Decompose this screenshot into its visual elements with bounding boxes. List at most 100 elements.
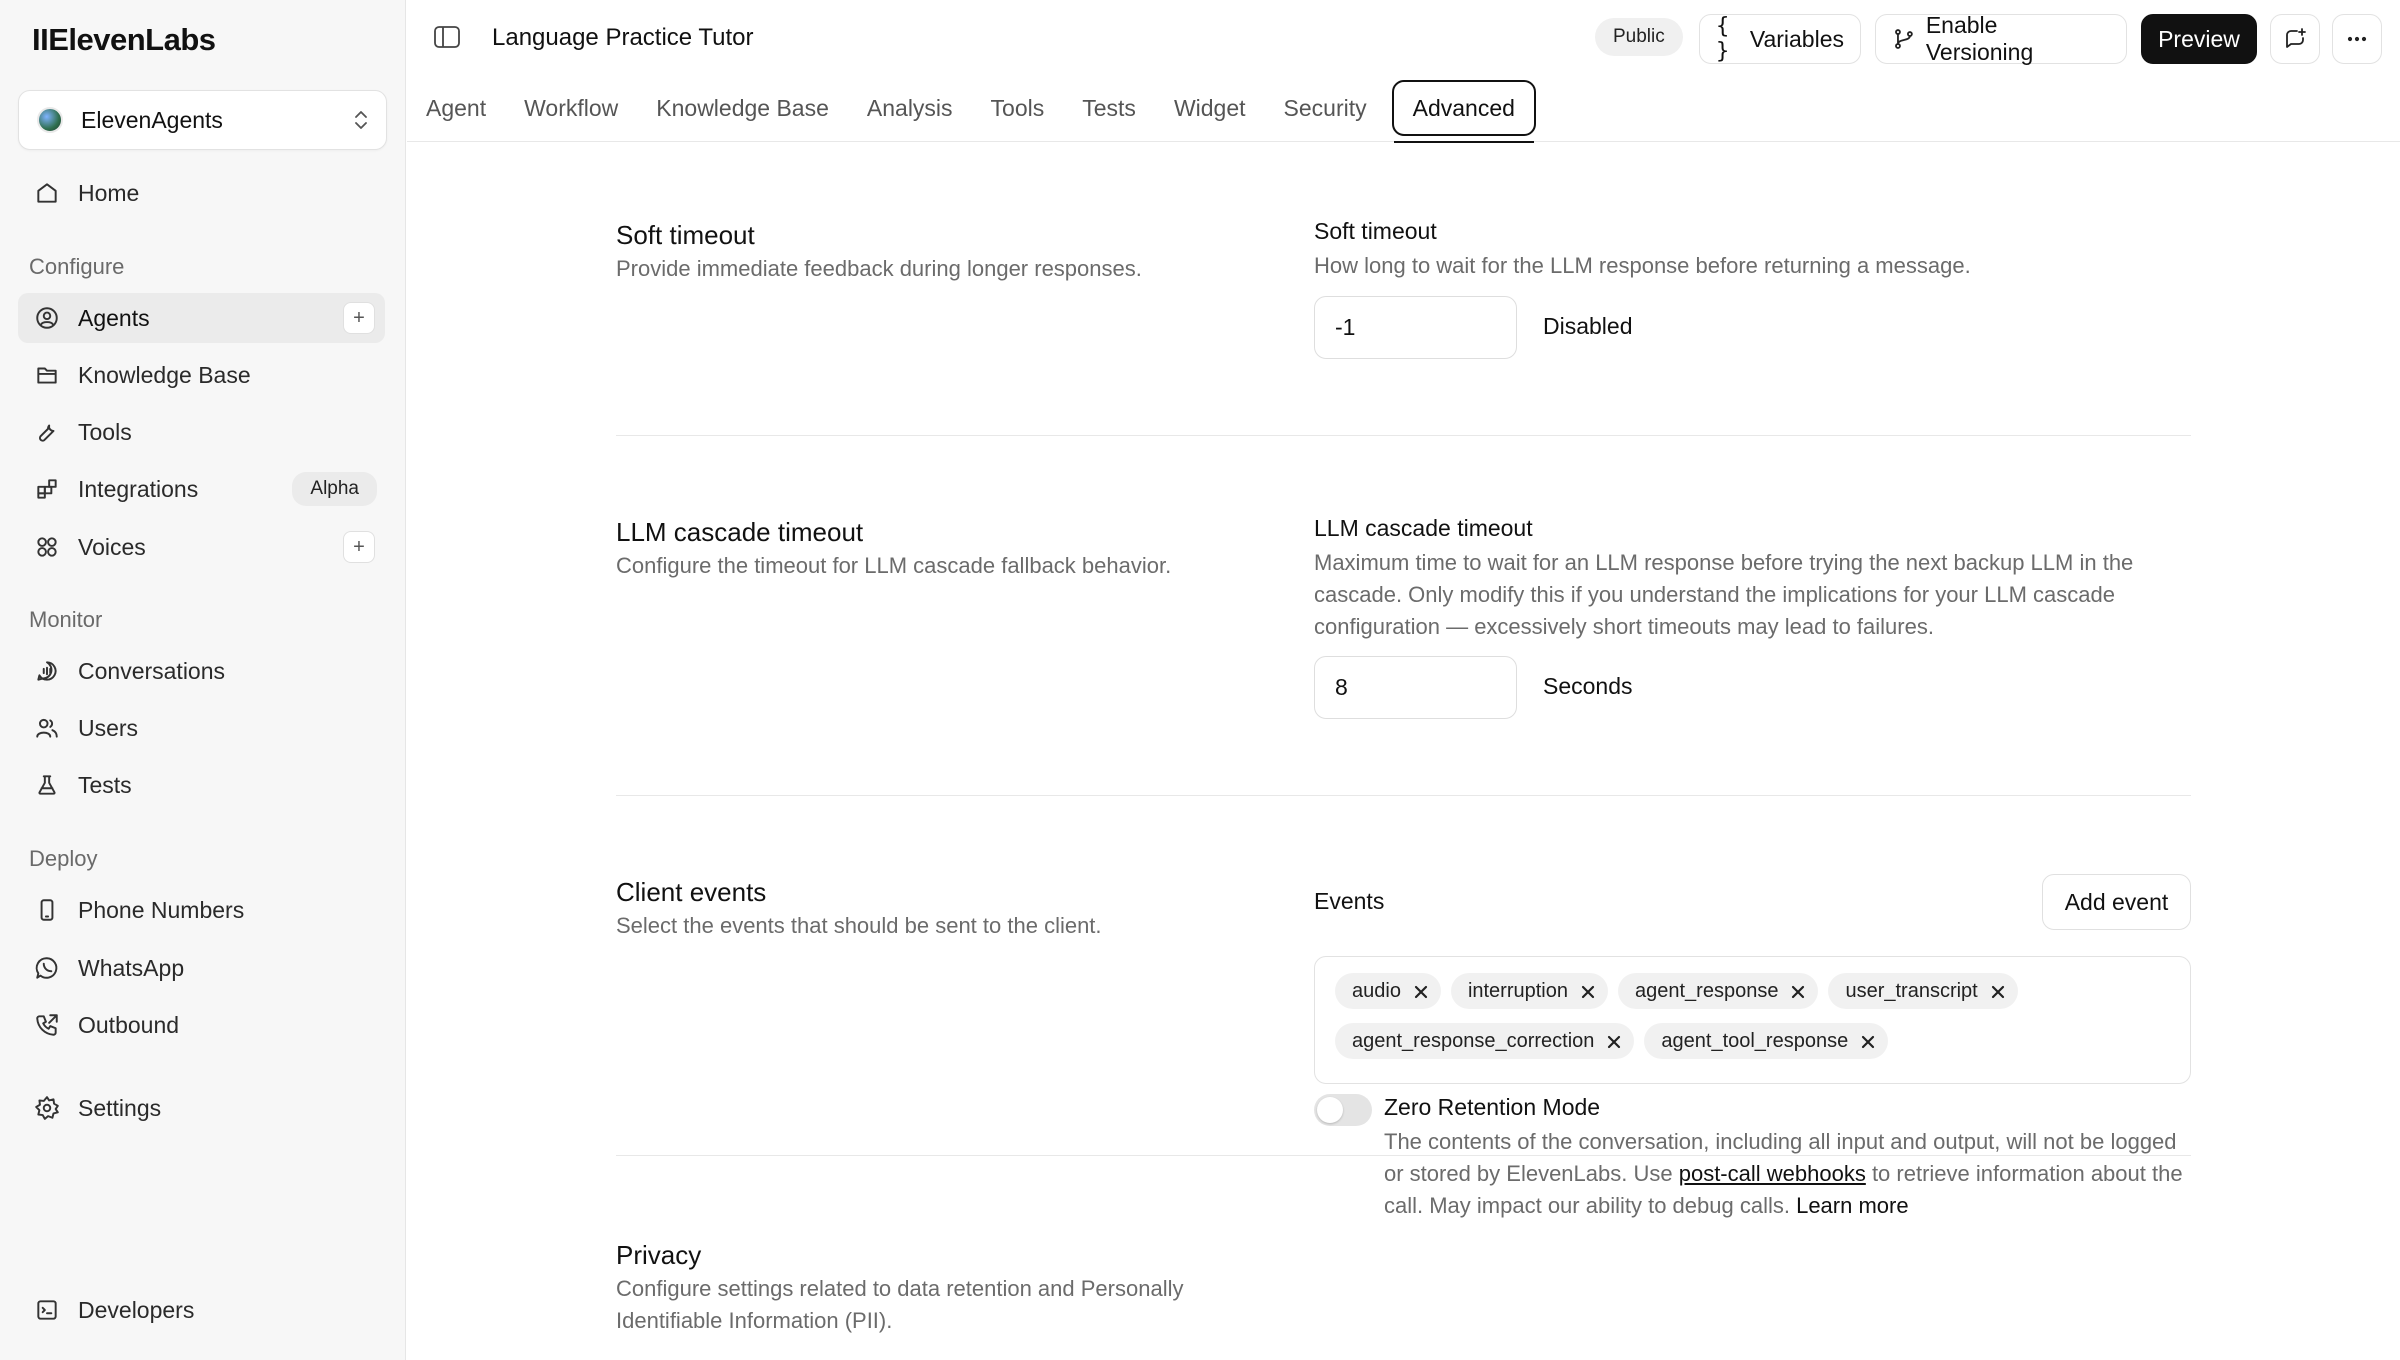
remove-event-icon[interactable] — [1606, 1033, 1622, 1049]
tab-advanced[interactable]: Advanced — [1391, 80, 1536, 143]
more-options-button[interactable] — [2332, 14, 2382, 64]
tab-agent[interactable]: Agent — [407, 80, 505, 136]
sidebar-item-label: Users — [78, 714, 139, 741]
remove-event-icon[interactable] — [1860, 1033, 1876, 1049]
sidebar-item-label: Agents — [78, 304, 150, 331]
events-multiselect[interactable]: audio interruption agent_response user_t… — [1314, 956, 2191, 1084]
section-title-client-events: Client events — [616, 877, 767, 907]
users-icon — [32, 713, 62, 743]
sidebar-item-label: Knowledge Base — [78, 361, 251, 388]
cascade-timeout-unit: Seconds — [1543, 673, 1633, 699]
preview-button[interactable]: Preview — [2141, 14, 2257, 64]
tab-security[interactable]: Security — [1265, 80, 1386, 136]
tab-tests[interactable]: Tests — [1063, 80, 1155, 136]
field-help-soft-timeout: How long to wait for the LLM response be… — [1314, 253, 1971, 278]
tab-knowledge-base[interactable]: Knowledge Base — [637, 80, 848, 136]
sidebar-item-label: Tests — [78, 771, 132, 798]
sidebar-item-label: Voices — [78, 533, 146, 560]
sidebar-item-label: Outbound — [78, 1011, 180, 1038]
sidebar-item-settings[interactable]: Settings — [18, 1083, 385, 1133]
sidebar-item-integrations[interactable]: Integrations Alpha — [18, 464, 385, 514]
tab-bar: Agent Workflow Knowledge Base Analysis T… — [407, 74, 1536, 143]
voices-icon — [32, 532, 62, 562]
section-label-monitor: Monitor — [29, 607, 103, 632]
sidebar-item-voices[interactable]: Voices + — [18, 522, 385, 572]
git-branch-icon — [1895, 29, 1913, 49]
section-title-soft-timeout: Soft timeout — [616, 220, 755, 250]
remove-event-icon[interactable] — [1413, 983, 1429, 999]
field-label-cascade-timeout: LLM cascade timeout — [1314, 515, 1533, 541]
section-desc-soft-timeout: Provide immediate feedback during longer… — [616, 256, 1142, 281]
zero-retention-toggle[interactable] — [1314, 1094, 1372, 1126]
section-label-deploy: Deploy — [29, 846, 98, 871]
remove-event-icon[interactable] — [1990, 983, 2006, 999]
section-label-configure: Configure — [29, 254, 125, 279]
cascade-timeout-input[interactable]: 8 — [1314, 656, 1517, 719]
main-content: Soft timeout Provide immediate feedback … — [407, 143, 2400, 1360]
sidebar-item-label: Integrations — [78, 475, 199, 502]
field-label-events: Events — [1314, 888, 1385, 914]
event-chip-label: interruption — [1467, 979, 1568, 1002]
event-chip: interruption — [1450, 973, 1608, 1009]
field-label-soft-timeout: Soft timeout — [1314, 218, 1437, 244]
chevron-up-down-icon — [355, 111, 367, 129]
sidebar-item-whatsapp[interactable]: WhatsApp — [18, 943, 385, 993]
sidebar-item-knowledge-base[interactable]: Knowledge Base — [18, 350, 385, 400]
sidebar-item-users[interactable]: Users — [18, 703, 385, 753]
sidebar-item-label: Home — [78, 179, 140, 206]
elevenlabs-logo[interactable]: IIElevenLabs — [32, 22, 216, 58]
sidebar-item-label: Settings — [78, 1094, 162, 1121]
section-divider — [616, 435, 2191, 436]
visibility-badge[interactable]: Public — [1595, 18, 1683, 56]
folder-icon — [32, 360, 62, 390]
tab-workflow[interactable]: Workflow — [505, 80, 637, 136]
phone-outgoing-icon — [32, 1010, 62, 1040]
integrations-icon — [32, 474, 62, 504]
toggle-sidebar-button[interactable] — [433, 24, 463, 52]
section-desc-privacy: Configure settings related to data reten… — [616, 1276, 1184, 1333]
variables-label: Variables — [1749, 25, 1844, 52]
sidebar-item-label: Phone Numbers — [78, 896, 245, 923]
flask-icon — [32, 770, 62, 800]
sidebar-item-label: WhatsApp — [78, 954, 185, 981]
workspace-name: ElevenAgents — [81, 106, 223, 133]
sidebar-item-developers[interactable]: Developers — [18, 1285, 385, 1335]
gear-icon — [32, 1093, 62, 1123]
sidebar-panel-icon — [434, 26, 460, 48]
add-voice-button[interactable]: + — [343, 531, 375, 563]
chat-add-button[interactable] — [2270, 14, 2320, 64]
variables-button[interactable]: { } Variables — [1699, 14, 1861, 64]
section-divider — [616, 795, 2191, 796]
ellipsis-icon — [2347, 36, 2367, 42]
sidebar-item-label: Conversations — [78, 657, 226, 684]
event-chip: agent_tool_response — [1644, 1023, 1889, 1059]
add-event-button[interactable]: Add event — [2042, 874, 2191, 930]
soft-timeout-input[interactable]: -1 — [1314, 296, 1517, 359]
section-desc-client-events: Select the events that should be sent to… — [616, 913, 1102, 938]
zero-retention-label: Zero Retention Mode — [1384, 1094, 1601, 1120]
sidebar-item-phone-numbers[interactable]: Phone Numbers — [18, 885, 385, 935]
event-chip: user_transcript — [1828, 973, 2018, 1009]
remove-event-icon[interactable] — [1580, 983, 1596, 999]
sidebar-item-tools[interactable]: Tools — [18, 407, 385, 457]
event-chip: agent_response_correction — [1335, 1023, 1635, 1059]
zero-retention-help: The contents of the conversation, includ… — [1384, 1126, 2194, 1222]
sidebar-item-home[interactable]: Home — [18, 168, 385, 218]
post-call-webhooks-link[interactable]: post-call webhooks — [1679, 1161, 1866, 1186]
versioning-label: Enable Versioning — [1925, 12, 2034, 65]
field-help-cascade-timeout: Maximum time to wait for an LLM response… — [1314, 550, 2134, 639]
tab-analysis[interactable]: Analysis — [848, 80, 972, 136]
tab-tools[interactable]: Tools — [972, 80, 1064, 136]
tab-widget[interactable]: Widget — [1155, 80, 1265, 136]
workspace-switcher[interactable]: ElevenAgents — [18, 90, 387, 150]
soft-timeout-unit: Disabled — [1543, 313, 1633, 339]
sidebar-item-agents[interactable]: Agents + — [18, 293, 385, 343]
sidebar-item-tests[interactable]: Tests — [18, 760, 385, 810]
enable-versioning-button[interactable]: Enable Versioning — [1875, 12, 2127, 65]
sidebar-item-outbound[interactable]: Outbound — [18, 1000, 385, 1050]
learn-more-link[interactable]: Learn more — [1796, 1193, 1909, 1218]
sidebar-item-conversations[interactable]: Conversations — [18, 646, 385, 696]
add-agent-button[interactable]: + — [343, 302, 375, 334]
remove-event-icon[interactable] — [1790, 983, 1806, 999]
sidebar-item-label: Developers — [78, 1296, 195, 1323]
